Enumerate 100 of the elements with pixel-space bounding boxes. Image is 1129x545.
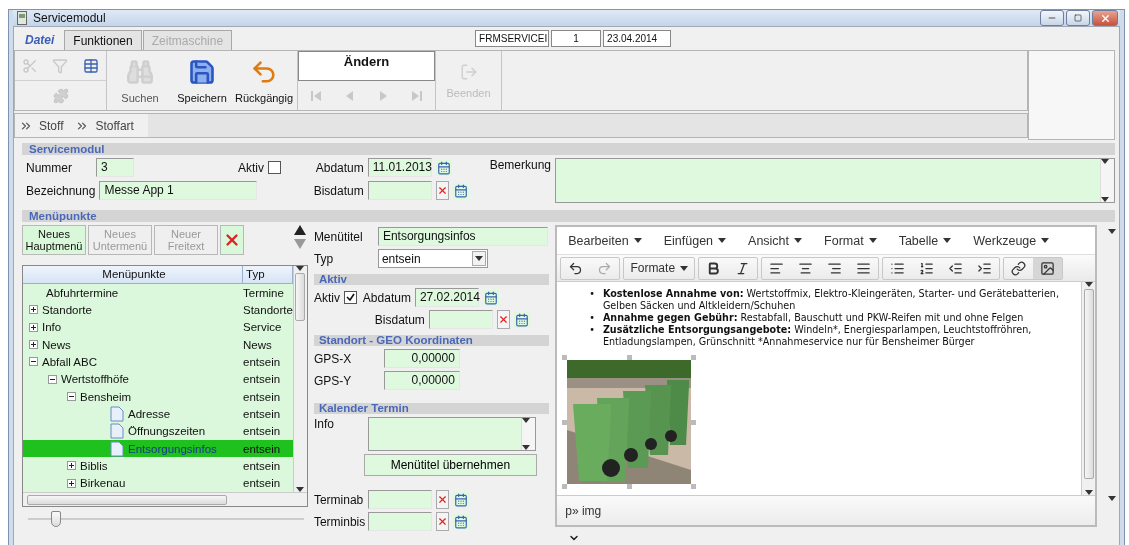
resize-handle[interactable] (627, 355, 633, 360)
expand-icon[interactable] (29, 305, 38, 315)
collapse-icon[interactable] (29, 357, 38, 367)
expand-icon[interactable] (29, 340, 38, 350)
copy-title-button[interactable]: Menütitel übernehmen (363, 454, 537, 476)
date-field[interactable] (428, 310, 493, 329)
redo-icon (597, 260, 613, 276)
new-menu-button[interactable]: Neues Hauptmenü (22, 225, 86, 255)
resize-handle[interactable] (691, 484, 697, 489)
editor-menu[interactable]: Tabelle (898, 233, 952, 248)
table-button[interactable] (82, 57, 99, 74)
close-button[interactable] (1092, 10, 1118, 26)
editor-menu[interactable]: Format (824, 233, 877, 248)
input-field[interactable]: 0,00000 (383, 349, 460, 368)
tree-row[interactable]: Adresse entsein (23, 405, 293, 423)
clear-button[interactable] (435, 512, 449, 531)
expand-icon[interactable] (67, 478, 76, 488)
scrollbar-thumb[interactable] (1083, 289, 1094, 479)
info-field[interactable] (367, 417, 536, 451)
calendar-button[interactable] (513, 311, 530, 328)
tree-row[interactable]: Birkenau entsein (23, 474, 293, 492)
remarks-field[interactable] (555, 158, 1115, 203)
resize-handle[interactable] (562, 420, 568, 425)
calendar-button[interactable] (452, 491, 469, 508)
expand-icon[interactable] (67, 461, 76, 471)
scrollbar-thumb[interactable] (295, 273, 306, 321)
checkbox[interactable] (268, 161, 281, 174)
section-heading: Menüpunkte (22, 210, 1115, 222)
expand-icon[interactable] (29, 322, 38, 332)
clear-button[interactable] (435, 181, 449, 200)
input-field[interactable]: 3 (96, 158, 134, 177)
minimize-button[interactable] (1040, 10, 1064, 26)
save-button[interactable]: Speichern (171, 51, 233, 110)
collapse-icon[interactable] (67, 392, 76, 402)
field-label: Menütitel (313, 229, 364, 244)
image-button[interactable] (1033, 257, 1063, 279)
calendar-button[interactable] (482, 289, 499, 306)
calendar-button[interactable] (435, 159, 452, 176)
resize-handle[interactable] (562, 355, 568, 360)
maximize-button[interactable] (1066, 10, 1090, 26)
checkbox[interactable] (343, 291, 357, 304)
editor-menu[interactable]: Ansicht (748, 233, 803, 248)
tree-row[interactable]: Abfall ABC entsein (23, 353, 293, 371)
tree-row[interactable]: Info Service (23, 318, 293, 336)
editor-menu[interactable]: Werkzeuge (973, 233, 1050, 248)
input-field[interactable]: Messe App 1 (99, 181, 258, 200)
resize-handle[interactable] (562, 484, 568, 489)
field-label: GPS-X (313, 351, 353, 366)
tree-row[interactable]: Entsorgungsinfos entsein (23, 439, 293, 458)
collapse-icon[interactable] (48, 374, 57, 384)
tree-row[interactable]: Wertstoffhöfe entsein (23, 370, 293, 388)
field-label: Abdatum (314, 160, 364, 175)
scroll-down-icon (521, 445, 530, 450)
bullet: • (589, 288, 595, 301)
tree-label: Standorte (42, 304, 92, 316)
tree-row[interactable]: Bensheim entsein (23, 387, 293, 406)
date-field[interactable] (367, 181, 432, 200)
align-left-icon (769, 260, 785, 276)
undo-button[interactable]: Rückgängig (233, 51, 295, 110)
move-up-icon[interactable] (293, 225, 306, 235)
tree-row[interactable]: Öffnungszeiten entsein (23, 422, 293, 440)
horizontal-scrollbar[interactable] (23, 492, 307, 506)
tree-row[interactable]: Biblis entsein (23, 457, 293, 475)
resize-handle[interactable] (627, 484, 633, 489)
breadcrumb-link[interactable]: Stoff (39, 118, 64, 133)
tree-type: Service (243, 321, 282, 334)
slider-thumb[interactable] (50, 511, 61, 527)
puzzle-icon (52, 87, 69, 104)
editor-menu[interactable]: Bearbeiten (568, 233, 642, 248)
input-field[interactable]: 0,00000 (383, 371, 460, 390)
clear-button[interactable] (435, 490, 449, 509)
clear-button[interactable] (496, 310, 510, 329)
calendar-button[interactable] (452, 182, 469, 199)
tree-label: Öffnungszeiten (128, 425, 206, 438)
resize-handle[interactable] (691, 420, 697, 425)
vertical-scrollbar[interactable] (1081, 282, 1096, 495)
tab[interactable]: Funktionen (64, 30, 142, 50)
breadcrumb-link[interactable]: Stoffart (95, 118, 134, 133)
date-field[interactable] (367, 512, 432, 531)
delete-button[interactable] (220, 225, 244, 255)
scrollbar-thumb[interactable] (27, 494, 227, 505)
date-field[interactable]: 27.02.2014 (414, 288, 479, 307)
date-field[interactable] (367, 490, 432, 509)
tree-row[interactable]: Abfuhrtermine Termine (23, 284, 293, 302)
formats-dropdown[interactable]: Formate (624, 257, 695, 279)
type-select[interactable]: entsein (377, 249, 488, 268)
editor-menu[interactable]: Einfügen (663, 233, 727, 248)
zoom-slider[interactable] (28, 509, 304, 529)
column-header[interactable]: Menüpunkte (23, 266, 243, 283)
calendar-button[interactable] (452, 513, 469, 530)
column-header[interactable]: Typ (243, 266, 293, 283)
bullet-list-icon (890, 260, 906, 276)
vertical-scrollbar[interactable] (292, 266, 307, 492)
input-field[interactable]: Entsorgungsinfos (377, 227, 548, 246)
field-label: Aktiv (237, 160, 264, 175)
tree-row[interactable]: Standorte Standorte (23, 301, 293, 319)
calendar-icon (483, 290, 498, 305)
resize-handle[interactable] (691, 355, 697, 360)
tree-row[interactable]: News News (23, 336, 293, 354)
date-field[interactable]: 11.01.2013 (367, 158, 432, 177)
